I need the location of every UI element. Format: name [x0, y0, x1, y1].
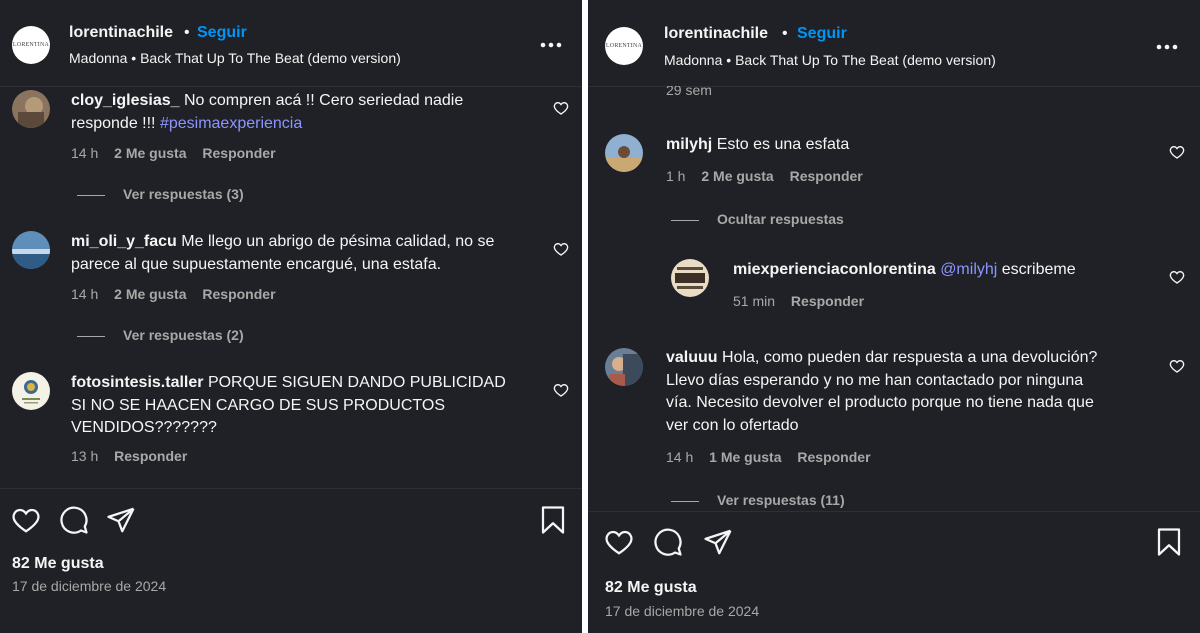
- header-dot: •: [782, 25, 788, 42]
- post-date: 17 de diciembre de 2024: [605, 603, 760, 619]
- paper-plane-icon[interactable]: [703, 527, 733, 557]
- follow-button[interactable]: Seguir: [797, 25, 847, 43]
- song-info[interactable]: Madonna • Back That Up To The Beat (demo…: [664, 52, 996, 68]
- comment-meta: 14 h 2 Me gusta Responder: [71, 145, 276, 161]
- comment-likes[interactable]: 2 Me gusta: [114, 145, 186, 161]
- comment-avatar[interactable]: [12, 90, 50, 128]
- comment-heart-icon[interactable]: [1169, 269, 1185, 285]
- likes-count[interactable]: 82 Me gusta: [605, 579, 697, 597]
- reply-button[interactable]: Responder: [790, 168, 863, 184]
- comment-meta: 1 h 2 Me gusta Responder: [666, 168, 863, 184]
- comment-text: mi_oli_y_facu Me llego un abrigo de pési…: [71, 233, 495, 273]
- more-horizontal-icon[interactable]: [1156, 30, 1178, 56]
- comment-heart-icon[interactable]: [1169, 358, 1185, 374]
- bookmark-icon[interactable]: [538, 505, 568, 535]
- comment-heart-icon[interactable]: [1169, 144, 1185, 160]
- view-replies-button[interactable]: Ver respuestas (2): [77, 327, 244, 343]
- post-header: LORENTINA lorentinachile • Seguir Madonn…: [588, 0, 1200, 86]
- comment-meta: 13 h Responder: [71, 448, 188, 464]
- profile-avatar[interactable]: LORENTINA: [605, 27, 643, 65]
- follow-button[interactable]: Seguir: [197, 24, 247, 42]
- comment-text: miexperienciaconlorentina @milyhj escrib…: [733, 261, 1076, 278]
- comment-avatar[interactable]: [12, 372, 50, 410]
- song-info[interactable]: Madonna • Back That Up To The Beat (demo…: [69, 50, 401, 66]
- reply-button[interactable]: Responder: [797, 449, 870, 465]
- comment-likes[interactable]: 2 Me gusta: [701, 168, 773, 184]
- comment-meta: 14 h 2 Me gusta Responder: [71, 286, 276, 302]
- more-horizontal-icon[interactable]: [540, 28, 562, 54]
- comment-icon[interactable]: [59, 505, 89, 535]
- reply-button[interactable]: Responder: [202, 286, 275, 302]
- comment-username[interactable]: fotosintesis.taller: [71, 374, 203, 391]
- comment-text: valuuu Hola, como pueden dar respuesta a…: [666, 349, 1098, 434]
- partial-comment-time: 29 sem: [666, 86, 712, 98]
- comment-text: fotosintesis.taller PORQUE SIGUEN DANDO …: [71, 374, 506, 436]
- comment-icon[interactable]: [653, 527, 683, 557]
- comment-avatar[interactable]: [605, 134, 643, 172]
- post-date: 17 de diciembre de 2024: [12, 578, 167, 594]
- comment-likes[interactable]: 2 Me gusta: [114, 286, 186, 302]
- likes-count[interactable]: 82 Me gusta: [12, 555, 104, 573]
- comment-username[interactable]: valuuu: [666, 349, 718, 366]
- comment-username[interactable]: cloy_iglesias_: [71, 92, 180, 109]
- comment-heart-icon[interactable]: [553, 100, 569, 116]
- comment-heart-icon[interactable]: [553, 382, 569, 398]
- comment-avatar[interactable]: [12, 231, 50, 269]
- header-username[interactable]: lorentinachile: [664, 25, 768, 43]
- reply-button[interactable]: Responder: [202, 145, 275, 161]
- comment-username[interactable]: mi_oli_y_facu: [71, 233, 177, 250]
- comment-username[interactable]: milyhj: [666, 136, 712, 153]
- hide-replies-button[interactable]: Ocultar respuestas: [671, 211, 844, 227]
- comment-avatar[interactable]: [671, 259, 709, 297]
- post-header: LORENTINA lorentinachile • Seguir Madonn…: [0, 0, 582, 86]
- comment-meta: 14 h 1 Me gusta Responder: [666, 449, 871, 465]
- left-post-panel: LORENTINA lorentinachile • Seguir Madonn…: [0, 0, 582, 633]
- hashtag-link[interactable]: #pesimaexperiencia: [160, 115, 302, 132]
- comment-likes[interactable]: 1 Me gusta: [709, 449, 781, 465]
- view-replies-button[interactable]: Ver respuestas (3): [77, 186, 244, 202]
- comment-text: milyhj Esto es una esfata: [666, 136, 850, 153]
- comment-meta: 51 min Responder: [733, 293, 865, 309]
- bookmark-icon[interactable]: [1154, 527, 1184, 557]
- comment-username[interactable]: miexperienciaconlorentina: [733, 261, 936, 278]
- heart-icon[interactable]: [11, 505, 41, 535]
- comment-avatar[interactable]: [605, 348, 643, 386]
- header-username[interactable]: lorentinachile: [69, 24, 173, 42]
- heart-icon[interactable]: [604, 527, 634, 557]
- comment-text: cloy_iglesias_ No compren acá !! Cero se…: [71, 92, 464, 132]
- mention-link[interactable]: @milyhj: [940, 261, 997, 278]
- view-replies-button[interactable]: Ver respuestas (11): [671, 492, 845, 508]
- profile-avatar[interactable]: LORENTINA: [12, 26, 50, 64]
- reply-button[interactable]: Responder: [791, 293, 864, 309]
- paper-plane-icon[interactable]: [106, 505, 136, 535]
- right-post-panel: LORENTINA lorentinachile • Seguir Madonn…: [588, 0, 1200, 633]
- comment-heart-icon[interactable]: [553, 241, 569, 257]
- header-dot: •: [184, 24, 190, 41]
- reply-button[interactable]: Responder: [114, 448, 187, 464]
